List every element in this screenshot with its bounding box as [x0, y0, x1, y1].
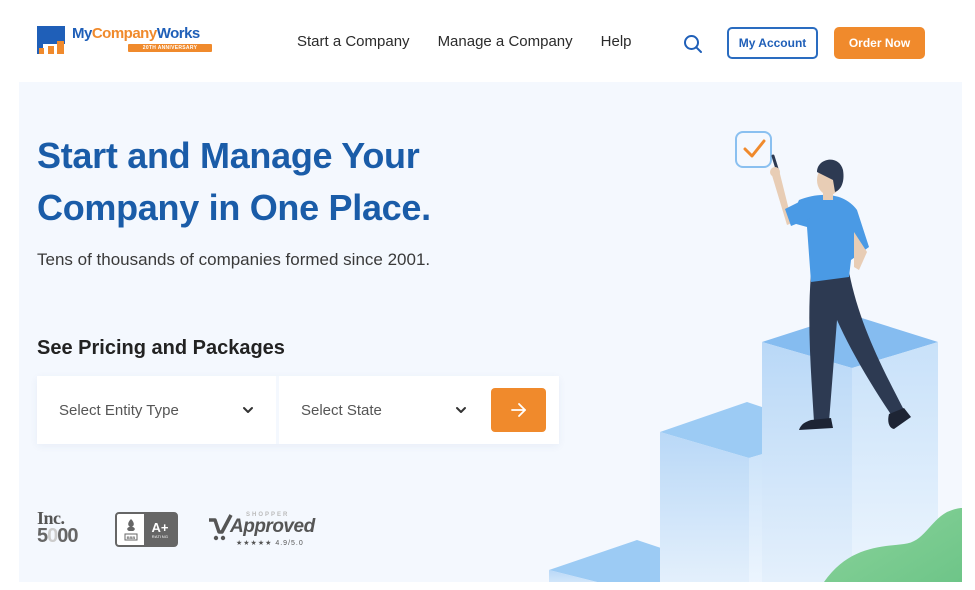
logo-wordmark: MyCompanyWorks — [72, 26, 212, 42]
search-icon[interactable] — [683, 34, 703, 54]
my-account-button[interactable]: My Account — [727, 27, 818, 59]
approved-label: Approved — [230, 515, 315, 537]
entity-type-select[interactable]: Select Entity Type — [37, 376, 279, 444]
shopper-approved-badge: SHOPPER Approved ★★★★★ 4.9/5.0 — [208, 510, 315, 550]
site-header: MyCompanyWorks 20TH ANNIVERSARY Start a … — [0, 0, 975, 82]
bar-chart-logo-icon — [37, 26, 67, 56]
order-now-button[interactable]: Order Now — [834, 27, 925, 59]
chevron-down-icon — [456, 407, 466, 413]
nav-manage-company[interactable]: Manage a Company — [438, 33, 573, 50]
star-rating-icons: ★★★★★ — [236, 539, 273, 547]
hero-title: Start and Manage Your Company in One Pla… — [37, 130, 517, 234]
bbb-rating-badge: BBB A+ RATING — [115, 512, 178, 547]
state-select[interactable]: Select State — [279, 376, 489, 444]
inc-5000-badge: Inc. 5000 — [37, 507, 97, 550]
logo[interactable]: MyCompanyWorks 20TH ANNIVERSARY — [37, 26, 212, 60]
inc-digit-5: 5 — [37, 524, 48, 547]
inc-digit-0: 0 — [47, 524, 58, 547]
entity-type-placeholder: Select Entity Type — [59, 401, 179, 419]
arrow-right-icon — [510, 403, 526, 417]
main-nav: Start a Company Manage a Company Help — [297, 33, 662, 50]
pricing-heading: See Pricing and Packages — [37, 337, 285, 359]
shopper-rating: ★★★★★ 4.9/5.0 — [236, 539, 304, 547]
trust-badges: Inc. 5000 BBB A+ RATING SHOPPER Approved… — [37, 507, 315, 552]
step-block-3 — [762, 314, 938, 582]
bbb-rating-label: RATING — [151, 533, 169, 539]
logo-works: Works — [156, 25, 201, 42]
hero-subtitle: Tens of thousands of companies formed si… — [37, 250, 431, 269]
hero-title-line2: Company in One Place. — [37, 187, 431, 228]
shopper-score: 4.9/5.0 — [275, 539, 304, 547]
hero-title-line1: Start and Manage Your — [37, 135, 420, 176]
pricing-selector: Select Entity Type Select State — [37, 376, 559, 444]
anniversary-badge: 20TH ANNIVERSARY — [128, 44, 212, 52]
inc-label: Inc. — [37, 507, 65, 528]
inc-digits-00: 00 — [57, 524, 78, 547]
chevron-down-icon — [243, 407, 253, 413]
checkbox-check-icon — [735, 131, 772, 168]
svg-text:BBB: BBB — [126, 535, 135, 540]
nav-help[interactable]: Help — [601, 33, 632, 50]
hero-section: Start and Manage Your Company in One Pla… — [19, 82, 962, 582]
bbb-grade: A+ — [151, 519, 169, 535]
nav-start-company[interactable]: Start a Company — [297, 33, 410, 50]
logo-company: Company — [91, 25, 157, 42]
bbb-torch-icon: BBB — [117, 514, 144, 545]
inc-5000-number: 5000 — [37, 526, 97, 546]
see-pricing-go-button[interactable] — [491, 388, 546, 432]
state-placeholder: Select State — [301, 401, 382, 419]
logo-my: My — [72, 25, 92, 42]
hero-illustration — [549, 131, 962, 582]
